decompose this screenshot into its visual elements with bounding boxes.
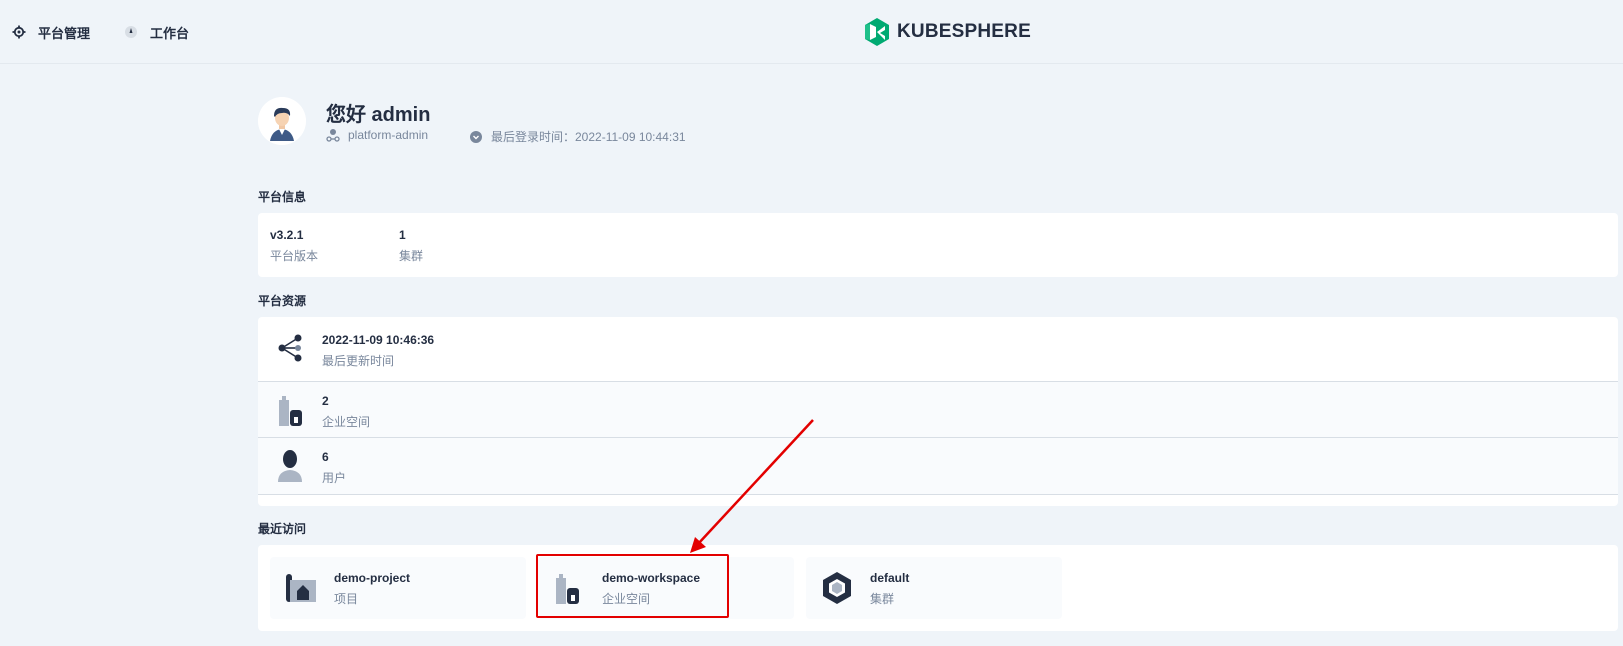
workspaces-value: 2 bbox=[322, 394, 329, 408]
update-time-value: 2022-11-09 10:46:36 bbox=[322, 333, 435, 347]
recent-item-cluster[interactable]: default 集群 bbox=[806, 557, 1062, 619]
cluster-count-value: 1 bbox=[399, 228, 406, 242]
workspace-icon bbox=[276, 392, 304, 428]
gear-icon bbox=[12, 25, 26, 39]
nav-platform-management[interactable]: 平台管理 bbox=[12, 22, 90, 42]
cluster-count-label: 集群 bbox=[399, 249, 424, 263]
recent-card: demo-project 项目 demo-workspace 企业空间 defa… bbox=[258, 545, 1618, 631]
resource-row-divider bbox=[258, 494, 1618, 506]
platform-info-card: v3.2.1 平台版本 1 集群 bbox=[258, 213, 1618, 277]
role-meta: platform-admin bbox=[326, 128, 428, 142]
workspaces-kv: 2 企业空间 bbox=[322, 394, 370, 430]
greeting-title: 您好 admin bbox=[326, 104, 431, 126]
platform-version-value: v3.2.1 bbox=[270, 228, 304, 242]
user-icon bbox=[276, 448, 304, 484]
platform-resources-title: 平台资源 bbox=[258, 294, 307, 308]
recent-item-project[interactable]: demo-project 项目 bbox=[270, 557, 526, 619]
role-text: platform-admin bbox=[348, 128, 429, 142]
project-icon bbox=[284, 570, 318, 606]
role-icon bbox=[326, 128, 340, 142]
users-kv: 6 用户 bbox=[322, 450, 346, 486]
recent-project-name: demo-project bbox=[334, 571, 411, 585]
logo-text: KUBESPHERE bbox=[897, 21, 1031, 42]
kubesphere-logo[interactable]: KUBESPHERE bbox=[864, 18, 1031, 46]
last-login-meta: 最后登录时间：2022-11-09 10:44:31 bbox=[469, 128, 686, 145]
resource-row-update-time: 2022-11-09 10:46:36 最后更新时间 bbox=[258, 317, 1618, 381]
annotation-highlight-box bbox=[536, 554, 729, 618]
clock-icon bbox=[469, 130, 483, 144]
avatar bbox=[258, 97, 306, 145]
users-label: 用户 bbox=[322, 471, 347, 485]
update-time-kv: 2022-11-09 10:46:36 最后更新时间 bbox=[322, 333, 434, 369]
workspaces-label: 企业空间 bbox=[322, 415, 371, 429]
update-time-icon bbox=[276, 330, 304, 366]
resource-row-workspaces[interactable]: 2 企业空间 bbox=[258, 381, 1618, 437]
nav-platform-label: 平台管理 bbox=[38, 25, 91, 41]
nav-workbench[interactable]: 工作台 bbox=[124, 22, 189, 42]
recent-title: 最近访问 bbox=[258, 522, 307, 536]
last-login-text: 最后登录时间：2022-11-09 10:44:31 bbox=[491, 130, 686, 144]
recent-cluster-kv: default 集群 bbox=[870, 571, 909, 607]
top-bar: 平台管理 工作台 KUBESPHERE bbox=[0, 0, 1623, 64]
recent-cluster-name: default bbox=[870, 571, 910, 585]
platform-version: v3.2.1 平台版本 bbox=[270, 228, 318, 264]
nav-workbench-label: 工作台 bbox=[150, 25, 190, 41]
platform-version-label: 平台版本 bbox=[270, 249, 319, 263]
cluster-count: 1 集群 bbox=[399, 228, 423, 264]
kubesphere-logo-icon bbox=[865, 18, 889, 46]
recent-cluster-type: 集群 bbox=[870, 592, 895, 606]
users-value: 6 bbox=[322, 450, 329, 464]
cluster-icon bbox=[820, 570, 854, 606]
update-time-label: 最后更新时间 bbox=[322, 354, 395, 368]
recent-project-kv: demo-project 项目 bbox=[334, 571, 410, 607]
compass-icon bbox=[124, 25, 138, 39]
recent-project-type: 项目 bbox=[334, 592, 359, 606]
platform-info-title: 平台信息 bbox=[258, 190, 307, 204]
platform-resources-card: 2022-11-09 10:46:36 最后更新时间 2 企业空间 6 用户 bbox=[258, 317, 1618, 506]
resource-row-users[interactable]: 6 用户 bbox=[258, 437, 1618, 494]
